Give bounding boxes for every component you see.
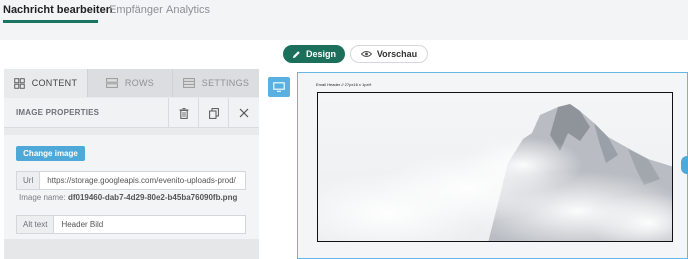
panel-footer	[4, 239, 259, 259]
grid-icon	[13, 77, 25, 89]
url-field-value: https://storage.googleapis.com/evenito-u…	[47, 176, 236, 185]
delete-button[interactable]	[168, 98, 198, 128]
active-tab-indicator	[3, 20, 98, 23]
copy-icon	[208, 107, 219, 119]
monitor-icon	[273, 82, 285, 92]
desktop-view-button[interactable]	[268, 77, 290, 97]
eye-icon	[360, 50, 372, 58]
alt-text-field[interactable]: Alt text Header Bild	[16, 215, 246, 234]
tab-edit-message[interactable]: Nachricht bearbeiten	[3, 4, 112, 16]
url-field-label: Url	[17, 172, 41, 189]
email-header-label: Email Header // 27px16 x 1pxH	[316, 82, 372, 87]
url-field[interactable]: Url https://storage.googleapis.com/eveni…	[16, 171, 246, 190]
image-name-value: df019460-dab7-4d29-80e2-b45ba76090fb.png	[67, 193, 238, 202]
tab-rows[interactable]: ROWS	[88, 69, 173, 97]
mountain-image	[318, 93, 672, 241]
image-properties-body: Change image Url https://storage.googlea…	[4, 135, 259, 259]
editor-sidebar: CONTENT ROWS SETTINGS IMAGE PROPERTIES C…	[4, 69, 259, 259]
image-properties-header: IMAGE PROPERTIES	[4, 98, 259, 128]
editor-tabs: CONTENT ROWS SETTINGS	[4, 69, 259, 97]
tab-rows-label: ROWS	[124, 78, 155, 88]
preview-button[interactable]: Vorschau	[350, 45, 428, 63]
change-image-button[interactable]: Change image	[16, 146, 85, 161]
tab-content-label: CONTENT	[31, 78, 78, 88]
alt-text-value: Header Bild	[61, 220, 104, 229]
image-name: Image name: df019460-dab7-4d29-80e2-b45b…	[19, 193, 237, 202]
tab-content[interactable]: CONTENT	[4, 69, 88, 97]
design-button[interactable]: Design	[283, 45, 345, 63]
alt-text-label: Alt text	[17, 216, 55, 233]
design-button-label: Design	[305, 49, 336, 59]
tab-settings-label: SETTINGS	[201, 78, 250, 88]
rows-icon	[105, 78, 118, 88]
tab-recipients[interactable]: Empfänger	[109, 4, 163, 16]
header-image[interactable]	[317, 92, 673, 242]
pencil-icon	[292, 50, 300, 58]
email-canvas[interactable]: Email Header // 27px16 x 1pxH	[297, 72, 688, 259]
trash-icon	[179, 107, 188, 119]
image-properties-title: IMAGE PROPERTIES	[16, 108, 100, 117]
preview-button-label: Vorschau	[376, 49, 418, 59]
settings-icon	[182, 78, 195, 88]
top-navigation: Nachricht bearbeiten Empfänger Analytics	[0, 0, 688, 26]
image-name-label: Image name:	[19, 193, 66, 202]
tab-settings[interactable]: SETTINGS	[173, 69, 259, 97]
close-icon	[239, 108, 248, 118]
close-button[interactable]	[228, 98, 258, 128]
duplicate-button[interactable]	[198, 98, 228, 128]
tab-analytics[interactable]: Analytics	[166, 4, 210, 16]
canvas-resize-handle[interactable]	[681, 156, 688, 174]
